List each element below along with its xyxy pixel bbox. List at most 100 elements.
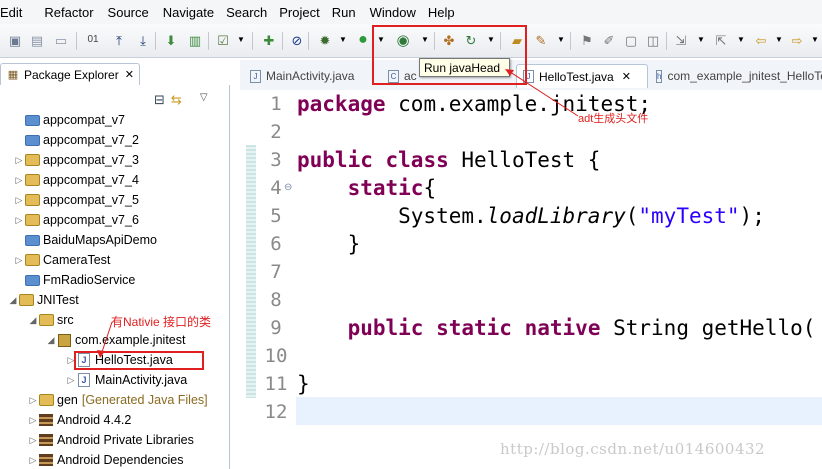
run-icon[interactable]: ●: [354, 31, 372, 49]
back-icon[interactable]: ⇦: [752, 31, 770, 49]
source-folder-icon: [38, 314, 54, 326]
editor-tab-bar: J MainActivity.java C ac J HelloTest.jav…: [240, 60, 822, 90]
menu-search[interactable]: Search: [226, 5, 275, 20]
checklist-icon[interactable]: ☑: [214, 31, 232, 49]
tree-item[interactable]: BaiduMapsApiDemo: [14, 230, 157, 250]
close-icon[interactable]: ✕: [622, 70, 631, 83]
tree-item[interactable]: ◢ src: [28, 310, 74, 330]
expand-arrow-icon[interactable]: ▷: [28, 395, 38, 406]
line-number: 10: [264, 345, 288, 367]
menu-bar: Edit Refactor Source Navigate Search Pro…: [0, 0, 822, 24]
expand-arrow-icon[interactable]: ▷: [14, 155, 24, 166]
upload-icon[interactable]: ⤒: [110, 31, 128, 49]
menu-run[interactable]: Run: [332, 5, 364, 20]
chevron-down-icon[interactable]: ▼: [770, 31, 788, 49]
chevron-down-icon[interactable]: ▼: [334, 31, 352, 49]
menu-navigate[interactable]: Navigate: [163, 5, 222, 20]
link-editor-icon[interactable]: ⇆: [171, 92, 182, 108]
next-annotation-icon[interactable]: ⇲: [672, 31, 690, 49]
package-explorer-tab[interactable]: ▦ Package Explorer ✕: [0, 63, 140, 85]
tree-item[interactable]: FmRadioService: [14, 270, 135, 290]
tree-item[interactable]: ▷ appcompat_v7_3: [14, 150, 139, 170]
pen-icon[interactable]: ✎: [532, 31, 550, 49]
expand-arrow-icon[interactable]: ▷: [14, 175, 24, 186]
tree-item[interactable]: appcompat_v7: [14, 110, 125, 130]
tree-item[interactable]: ▷ CameraTest: [14, 250, 111, 270]
chevron-down-icon[interactable]: ▼: [806, 31, 822, 49]
header-file-icon: h: [656, 69, 663, 83]
expand-arrow-icon[interactable]: ▷: [14, 255, 24, 266]
menu-window[interactable]: Window: [370, 5, 424, 20]
tree-item[interactable]: ◢ com.example.jnitest: [46, 330, 186, 350]
menu-project[interactable]: Project: [279, 5, 327, 20]
menu-edit[interactable]: Edit: [0, 5, 30, 20]
line-number: 3: [270, 149, 282, 171]
expand-arrow-icon[interactable]: ▷: [66, 375, 76, 386]
code-editor[interactable]: ⊖ 1 2 3 4 5 6 7 8 9 10 11 12 package com…: [240, 90, 822, 469]
project-icon: [24, 194, 40, 206]
collapse-all-icon[interactable]: ⊟: [154, 92, 165, 108]
line-number: 9: [270, 317, 282, 339]
sdk-manager-icon[interactable]: ⬇: [162, 31, 180, 49]
tree-item[interactable]: ▷ Android 4.4.2: [28, 410, 132, 430]
project-icon: [24, 254, 40, 266]
watermark: http://blog.csdn.net/u014600432: [500, 440, 766, 458]
print-icon[interactable]: ▭: [52, 31, 70, 49]
forward-icon[interactable]: ⇨: [788, 31, 806, 49]
pencil-icon[interactable]: ✐: [600, 31, 618, 49]
collapse-arrow-icon[interactable]: ◢: [28, 315, 38, 326]
adt-header-annotation: adt生成头文件: [578, 113, 649, 125]
toggle-icon[interactable]: ▢: [622, 31, 640, 49]
folder-icon: [24, 134, 40, 146]
collapse-arrow-icon[interactable]: ◢: [8, 295, 18, 306]
chevron-down-icon[interactable]: ▼: [232, 31, 250, 49]
expand-arrow-icon[interactable]: ▷: [14, 215, 24, 226]
save-icon[interactable]: ▣: [6, 31, 24, 49]
expand-arrow-icon[interactable]: ▷: [28, 435, 38, 446]
tree-item[interactable]: ▷ gen [Generated Java Files]: [28, 390, 208, 410]
tree-item[interactable]: appcompat_v7_2: [14, 130, 139, 150]
line-number: 2: [270, 121, 282, 143]
tree-item[interactable]: ◢ JNITest: [8, 290, 79, 310]
prev-annotation-icon[interactable]: ⇱: [712, 31, 730, 49]
skip-breakpoints-icon[interactable]: ⊘: [288, 31, 306, 49]
debug-icon[interactable]: ✹: [316, 31, 334, 49]
new-android-project-icon[interactable]: ✚: [260, 31, 278, 49]
line-number: 4: [270, 177, 282, 199]
binary-icon[interactable]: 01: [84, 31, 102, 49]
expand-arrow-icon[interactable]: ▷: [28, 415, 38, 426]
line-number: 1: [270, 93, 282, 115]
chevron-down-icon[interactable]: ▼: [732, 31, 750, 49]
tab-hellotest[interactable]: J HelloTest.java ✕: [516, 64, 648, 88]
tree-item[interactable]: ▷ Android Dependencies: [28, 450, 184, 469]
tree-item[interactable]: ▷ appcompat_v7_5: [14, 190, 139, 210]
project-icon: [24, 174, 40, 186]
avd-manager-icon[interactable]: ▥: [186, 31, 204, 49]
menu-source[interactable]: Source: [108, 5, 157, 20]
chevron-down-icon[interactable]: ▼: [692, 31, 710, 49]
save-all-icon[interactable]: ▤: [28, 31, 46, 49]
expand-arrow-icon[interactable]: ▷: [28, 455, 38, 466]
java-file-icon: J: [78, 373, 90, 387]
folder-icon: [24, 274, 40, 286]
tree-item[interactable]: ▷ J MainActivity.java: [66, 370, 187, 390]
tab-header-file[interactable]: h com_example_jnitest_HelloTe: [650, 64, 822, 88]
download-icon[interactable]: ⤓: [134, 31, 152, 49]
view-menu-icon[interactable]: ▽: [200, 92, 208, 108]
tree-item[interactable]: ▷ appcompat_v7_6: [14, 210, 139, 230]
annotation-icon[interactable]: ⚑: [578, 31, 596, 49]
line-number: 12: [264, 401, 288, 423]
chevron-down-icon[interactable]: ▼: [552, 31, 570, 49]
menu-help[interactable]: Help: [428, 5, 463, 20]
block-icon[interactable]: ◫: [644, 31, 662, 49]
menu-refactor[interactable]: Refactor: [44, 5, 101, 20]
project-icon: [24, 214, 40, 226]
library-icon: [39, 414, 53, 426]
tree-item[interactable]: ▷ Android Private Libraries: [28, 430, 194, 450]
tab-mainactivity[interactable]: J MainActivity.java: [244, 64, 380, 88]
collapse-arrow-icon[interactable]: ◢: [46, 335, 56, 346]
close-icon[interactable]: ✕: [125, 68, 134, 81]
line-number: 7: [270, 261, 282, 283]
expand-arrow-icon[interactable]: ▷: [14, 195, 24, 206]
tree-item[interactable]: ▷ appcompat_v7_4: [14, 170, 139, 190]
